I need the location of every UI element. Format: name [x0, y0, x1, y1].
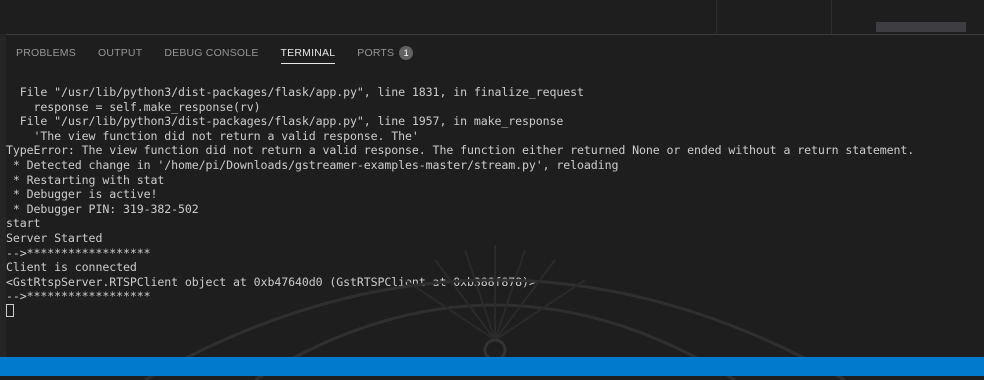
editor-scrollbar[interactable]: [876, 22, 966, 32]
terminal-line: * Debugger is active!: [6, 187, 158, 202]
terminal-line: <GstRtspServer.RTSPClient object at 0xb4…: [6, 274, 536, 289]
tab-output[interactable]: OUTPUT: [98, 35, 142, 71]
terminal-output[interactable]: File "/usr/lib/python3/dist-packages/fla…: [6, 85, 984, 343]
ports-count-badge: 1: [399, 46, 414, 60]
terminal-prompt-line[interactable]: [6, 303, 984, 319]
terminal-line: -->******************: [6, 245, 151, 260]
editor-divider: [716, 0, 717, 34]
tab-debug-console[interactable]: DEBUG CONSOLE: [164, 35, 258, 71]
terminal-line: File "/usr/lib/python3/dist-packages/fla…: [6, 114, 564, 129]
terminal-line: * Debugger PIN: 319-382-502: [6, 201, 199, 216]
terminal-line: * Restarting with stat: [6, 172, 165, 187]
terminal-cursor: [6, 303, 14, 317]
editor-area: [0, 0, 984, 34]
tab-terminal[interactable]: TERMINAL: [280, 35, 336, 71]
tab-label: PORTS: [357, 47, 395, 59]
terminal-line: Server Started: [6, 230, 103, 245]
terminal-line: * Detected change in '/home/pi/Downloads…: [6, 157, 619, 172]
tab-ports[interactable]: PORTS 1: [357, 35, 414, 71]
tab-label: TERMINAL: [280, 47, 336, 59]
tab-label: DEBUG CONSOLE: [164, 47, 259, 59]
terminal-line: Client is connected: [6, 260, 137, 275]
tab-problems[interactable]: PROBLEMS: [16, 35, 76, 71]
terminal-line: response = self.make_response(rv): [6, 99, 261, 114]
tab-label: PROBLEMS: [16, 47, 76, 59]
terminal-line: start: [6, 216, 41, 231]
terminal-line: File "/usr/lib/python3/dist-packages/fla…: [6, 85, 584, 99]
terminal-line: -->******************: [6, 289, 151, 304]
status-bar: [0, 357, 984, 376]
tab-label: OUTPUT: [97, 47, 143, 59]
terminal-line: TypeError: The view function did not ret…: [6, 143, 915, 158]
panel-tab-bar: PROBLEMS OUTPUT DEBUG CONSOLE TERMINAL P…: [6, 35, 984, 71]
bottom-panel: PROBLEMS OUTPUT DEBUG CONSOLE TERMINAL P…: [6, 34, 984, 343]
terminal-line: 'The view function did not return a vali…: [6, 128, 419, 143]
editor-divider: [831, 0, 832, 34]
